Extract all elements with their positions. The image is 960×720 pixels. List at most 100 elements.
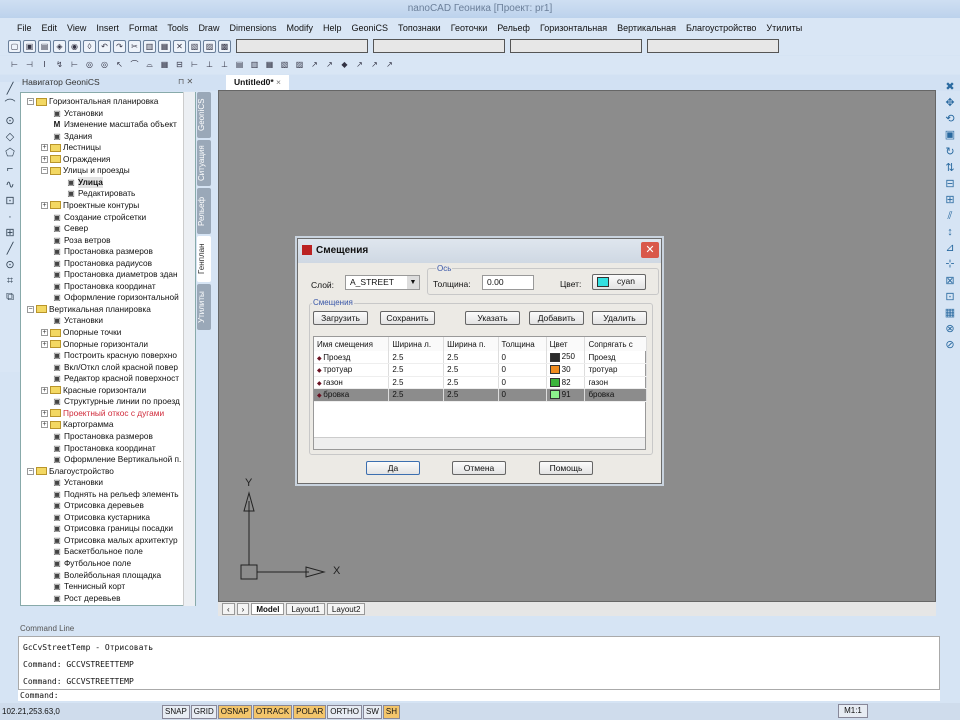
tree-item[interactable]: ▣ Отрисовка деревьев <box>41 500 144 511</box>
tree-item[interactable]: ▣ Поднять на рельеф элементь <box>41 489 178 500</box>
color-cell[interactable]: 250 <box>546 351 586 364</box>
menu-item-0[interactable]: File <box>12 23 37 33</box>
dimension-tool-icon[interactable]: ↗ <box>368 59 381 72</box>
draw-tool-icon[interactable]: ⌗ <box>4 276 17 289</box>
cell-wl[interactable]: 2.5 <box>388 388 445 402</box>
dimension-tool-icon[interactable]: ▤ <box>233 59 246 72</box>
column-header[interactable]: Толщина <box>498 337 547 351</box>
status-toggle-snap[interactable]: SNAP <box>162 704 190 719</box>
dimension-tool-icon[interactable]: ◎ <box>83 59 96 72</box>
toolbar-icon[interactable]: ◈ <box>53 39 66 53</box>
join-cell[interactable]: бровка <box>584 388 647 402</box>
status-toggle-sw[interactable]: SW <box>363 704 382 719</box>
draw-tool-icon[interactable]: ⌒ <box>4 100 17 113</box>
layout-tab-model[interactable]: Model <box>251 603 285 615</box>
save-button[interactable]: Сохранить <box>380 311 435 325</box>
close-dialog-button[interactable]: ✕ <box>641 242 659 258</box>
status-toggle-sh[interactable]: SH <box>382 704 401 719</box>
dimension-tool-icon[interactable]: ⊟ <box>173 59 186 72</box>
dimension-tool-icon[interactable]: ⊢ <box>188 59 201 72</box>
tree-item[interactable]: ▣ Простановка размеров <box>41 431 153 442</box>
tree-item[interactable]: ▣ Создание стройсетки <box>41 212 146 223</box>
expand-icon[interactable]: + <box>41 386 48 394</box>
toolbar-icon[interactable]: ↶ <box>98 39 111 53</box>
offset-name-cell[interactable]: ◆ газон <box>314 376 390 389</box>
vtab-2[interactable]: Рельеф <box>197 188 211 234</box>
tree-item[interactable]: ▣ Волейбольная площадка <box>41 570 161 581</box>
modify-tool-icon[interactable]: ⊿ <box>944 243 957 255</box>
load-button[interactable]: Загрузить <box>313 311 368 325</box>
status-toggle-ortho[interactable]: ORTHO <box>327 704 363 719</box>
toolbar-icon[interactable]: ✂ <box>128 39 141 53</box>
tree-item[interactable]: ▣ Редактор красной поверхност <box>41 373 179 384</box>
cell-th[interactable]: 0 <box>498 388 547 402</box>
tree-item[interactable]: ▣ Баскетбольное поле <box>41 546 143 557</box>
axis-color-button[interactable]: cyan <box>592 274 646 290</box>
modify-tool-icon[interactable]: ⊹ <box>944 259 957 271</box>
thickness-input[interactable]: 0.00 <box>482 275 534 290</box>
modify-tool-icon[interactable]: ↕ <box>944 227 957 239</box>
tree-item[interactable]: ▣ Простановка координат <box>41 281 155 292</box>
toolbar-icon[interactable]: ▥ <box>143 39 156 53</box>
dimension-tool-icon[interactable]: ⌓ <box>143 59 156 72</box>
dimension-tool-icon[interactable]: I <box>38 59 51 72</box>
menu-item-13[interactable]: Рельеф <box>492 23 535 33</box>
cell-wl[interactable]: 2.5 <box>388 351 445 364</box>
tree-item[interactable]: ▣ Простановка диаметров здан <box>41 269 177 280</box>
menu-item-10[interactable]: GeoniCS <box>347 23 394 33</box>
toolbar-icon[interactable]: ▤ <box>38 39 51 53</box>
expand-icon[interactable]: + <box>41 409 48 417</box>
draw-tool-icon[interactable]: ⌐ <box>4 164 17 177</box>
tree-item[interactable]: + Проектные контуры <box>41 200 139 211</box>
modify-tool-icon[interactable]: ⊘ <box>944 339 957 352</box>
tree-item[interactable]: ▣ Улица <box>55 176 103 188</box>
toolbar-icon[interactable]: ▨ <box>203 39 216 53</box>
menu-item-7[interactable]: Dimensions <box>224 23 281 33</box>
cell-wr[interactable]: 2.5 <box>443 388 499 402</box>
dimension-tool-icon[interactable]: ↗ <box>323 59 336 72</box>
expand-icon[interactable]: + <box>41 155 48 163</box>
expand-icon[interactable]: + <box>41 144 48 152</box>
table-row[interactable]: ◆ тротуар 2.5 2.5 0 30 тротуар <box>314 363 647 377</box>
tree-item[interactable]: ▣ Простановка радиусов <box>41 258 152 269</box>
tree-item[interactable]: + Проектный откос с дугами <box>41 408 164 419</box>
toolbar-icon[interactable]: ▩ <box>218 39 231 53</box>
join-cell[interactable]: газон <box>584 376 647 389</box>
dimension-tool-icon[interactable]: ↗ <box>353 59 366 72</box>
toolbar-icon[interactable]: ▣ <box>23 39 36 53</box>
status-toggle-grid[interactable]: GRID <box>190 704 217 719</box>
tree-item[interactable]: ▣ Установки <box>41 315 103 326</box>
dimension-tool-icon[interactable]: ◆ <box>338 59 351 72</box>
offset-name-cell[interactable]: ◆ бровка <box>314 388 390 402</box>
modify-tool-icon[interactable]: ✥ <box>944 98 957 110</box>
dimension-tool-icon[interactable]: ↗ <box>383 59 396 72</box>
toolbar-icon[interactable]: ↷ <box>113 39 126 53</box>
status-toggle-polar[interactable]: POLAR <box>293 704 327 719</box>
cell-wr[interactable]: 2.5 <box>443 363 499 377</box>
dimension-tool-icon[interactable]: ▨ <box>293 59 306 72</box>
modify-tool-icon[interactable]: ▣ <box>944 130 957 142</box>
toolbar-icon[interactable]: ▦ <box>158 39 171 53</box>
menu-item-9[interactable]: Help <box>318 23 347 33</box>
draw-tool-icon[interactable]: ⧉ <box>4 292 17 305</box>
layout-tab-layout1[interactable]: Layout1 <box>286 603 325 615</box>
color-cell[interactable]: 30 <box>546 363 586 377</box>
dimension-tool-icon[interactable]: ⊢ <box>8 59 21 72</box>
modify-tool-icon[interactable]: ⟲ <box>944 114 957 126</box>
expand-icon[interactable]: + <box>41 329 48 336</box>
menu-item-4[interactable]: Format <box>124 23 163 33</box>
cell-th[interactable]: 0 <box>498 363 547 377</box>
tree-item[interactable]: + Опорные горизонтали <box>41 339 148 350</box>
draw-tool-icon[interactable]: ╱ <box>4 84 17 97</box>
dimension-tool-icon[interactable]: ⊢ <box>68 59 81 72</box>
draw-tool-icon[interactable]: · <box>4 212 17 225</box>
draw-tool-icon[interactable]: ⊡ <box>4 196 17 209</box>
tree-item[interactable]: + Опорные точки <box>41 327 121 338</box>
menu-item-17[interactable]: Утилиты <box>761 23 807 33</box>
menu-item-15[interactable]: Вертикальная <box>612 23 681 33</box>
draw-tool-icon[interactable]: ∿ <box>4 180 17 193</box>
draw-tool-icon[interactable]: ◇ <box>4 132 17 145</box>
modify-tool-icon[interactable]: ↻ <box>944 146 957 159</box>
tree-item[interactable]: − Горизонтальная планировка <box>27 96 158 107</box>
tree-item[interactable]: ▣ Оформление горизонтальной <box>41 292 179 303</box>
